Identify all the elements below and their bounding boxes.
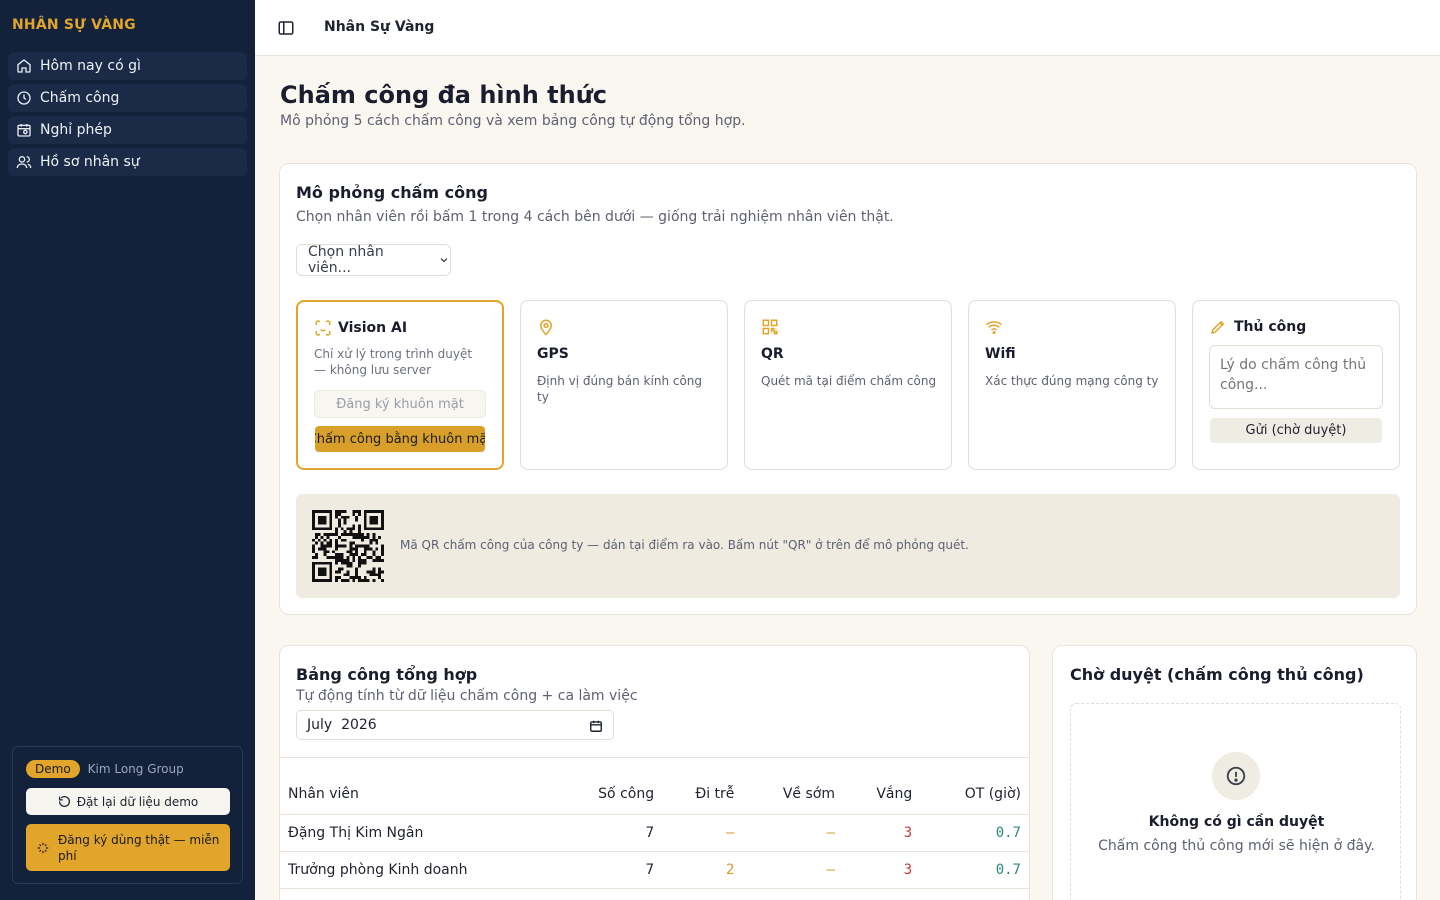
sidebar-item-label: Nghỉ phép [40, 122, 112, 138]
cell-employee: Đặng Thị Kim Ngân [280, 814, 575, 852]
cell-late: 2 [662, 851, 743, 889]
refresh-icon [58, 795, 70, 807]
demo-panel: Demo Kim Long Group Đặt lại dữ liệu demo… [12, 746, 243, 884]
col-late[interactable]: Đi trễ [662, 774, 743, 815]
org-name: Kim Long Group [87, 762, 184, 776]
cell-early-leave: — [742, 814, 843, 852]
cell-absent: 3 [843, 851, 921, 889]
divider [280, 757, 1029, 758]
sidebar: NHÂN SỰ VÀNG Hôm nay có gì Chấm công Ngh… [0, 0, 255, 900]
attendance-simulator-card: Mô phỏng chấm công Chọn nhân viên rồi bấ… [279, 163, 1417, 615]
qr-desc: Quét mã tại điểm chấm công [761, 374, 937, 388]
timesheet-table: Nhân viên Số công Đi trễ Về sớm Vắng OT … [280, 774, 1029, 889]
home-icon [17, 59, 31, 73]
wifi-desc: Xác thực đúng mạng công ty [985, 374, 1159, 388]
users-icon [16, 156, 32, 169]
wifi-title: Wifi [985, 346, 1016, 362]
method-manual: Thủ công Gửi (chờ duyệt) [1192, 300, 1400, 470]
map-pin-icon [539, 319, 553, 336]
demo-badge: Demo [26, 760, 80, 778]
register-face-button[interactable]: Đăng ký khuôn mặt [314, 390, 486, 418]
method-wifi[interactable]: Wifi Xác thực đúng mạng công ty [968, 300, 1176, 470]
calendar-icon [17, 124, 31, 137]
cell-ot-hours: 0.7 [920, 814, 1029, 852]
month-picker-value: July 2026 [307, 717, 377, 733]
sidebar-nav: Hôm nay có gì Chấm công Nghỉ phép Hồ sơ … [8, 52, 247, 180]
col-work-days[interactable]: Số công [574, 774, 663, 815]
company-qr-code [312, 510, 384, 582]
qr-banner: Mã QR chấm công của công ty — dán tại đi… [296, 494, 1400, 598]
sidebar-item-leave[interactable]: Nghỉ phép [8, 116, 247, 144]
col-early-leave[interactable]: Về sớm [742, 774, 843, 815]
cell-ot-hours: 0.7 [920, 851, 1029, 889]
simulator-title: Mô phỏng chấm công [296, 183, 488, 202]
month-picker[interactable]: July 2026 [296, 710, 614, 740]
demo-row: Demo Kim Long Group [26, 760, 184, 778]
sidebar-item-profiles[interactable]: Hồ sơ nhân sự [8, 148, 247, 176]
signup-label: Đăng ký dùng thật — miễn phí [58, 832, 220, 863]
employee-select-value: Chọn nhân viên... [308, 244, 384, 276]
face-checkin-button[interactable]: Chấm công bằng khuôn mặt [315, 426, 485, 452]
sidebar-item-label: Hồ sơ nhân sự [40, 154, 140, 170]
sidebar-item-label: Chấm công [40, 90, 120, 106]
empty-state-subtitle: Chấm công thủ công mới sẽ hiện ở đây. [1098, 838, 1375, 854]
employee-select[interactable]: Chọn nhân viên... [296, 244, 451, 276]
cell-absent: 3 [843, 814, 921, 852]
timesheet-summary-card: Bảng công tổng hợp Tự động tính từ dữ li… [279, 645, 1030, 900]
chevron-down-icon [440, 258, 448, 263]
top-bar: Nhân Sự Vàng [255, 0, 1440, 56]
cell-work-days: 7 [574, 851, 663, 889]
cell-late: — [662, 814, 743, 852]
simulator-subtitle: Chọn nhân viên rồi bấm 1 trong 4 cách bê… [296, 209, 894, 225]
sparkles-icon [37, 842, 49, 853]
qr-modules [312, 510, 384, 582]
pencil-icon [1210, 320, 1225, 335]
summary-title: Bảng công tổng hợp [296, 665, 478, 684]
method-gps[interactable]: GPS Định vị đúng bán kính công ty [520, 300, 728, 470]
cell-work-days: 7 [574, 814, 663, 852]
empty-state-title: Không có gì cần duyệt [1148, 814, 1325, 830]
pending-approval-card: Chờ duyệt (chấm công thủ công) Không có … [1052, 645, 1417, 900]
pending-title: Chờ duyệt (chấm công thủ công) [1070, 665, 1364, 684]
empty-state-badge [1212, 752, 1260, 800]
reset-demo-button[interactable]: Đặt lại dữ liệu demo [26, 788, 230, 815]
reset-demo-label: Đặt lại dữ liệu demo [76, 794, 199, 809]
clock-icon [17, 91, 31, 105]
manual-title: Thủ công [1234, 319, 1307, 335]
calendar-icon [590, 720, 602, 732]
qr-code-icon [762, 319, 778, 335]
col-employee[interactable]: Nhân viên [280, 774, 575, 815]
sidebar-toggle-icon[interactable] [277, 19, 295, 37]
qr-title: QR [761, 346, 784, 362]
signup-button[interactable]: Đăng ký dùng thật — miễn phí [26, 824, 230, 871]
col-ot-hours[interactable]: OT (giờ) [920, 774, 1029, 815]
sidebar-item-home[interactable]: Hôm nay có gì [8, 52, 247, 80]
sidebar-item-label: Hôm nay có gì [40, 58, 141, 74]
alert-circle-icon [1226, 766, 1246, 786]
vision-ai-desc: Chỉ xử lý trong trình duyệt — không lưu … [314, 347, 473, 377]
cell-early-leave: — [742, 851, 843, 889]
sidebar-item-attendance[interactable]: Chấm công [8, 84, 247, 112]
face-scan-icon [315, 320, 331, 336]
method-vision-ai: Vision AI Chỉ xử lý trong trình duyệt — … [296, 300, 504, 470]
page-subtitle: Mô phỏng 5 cách chấm công và xem bảng cô… [280, 113, 746, 129]
vision-ai-title: Vision AI [338, 320, 408, 336]
table-header-row: Nhân viên Số công Đi trễ Về sớm Vắng OT … [280, 774, 1029, 815]
pending-empty-state: Không có gì cần duyệt Chấm công thủ công… [1070, 703, 1401, 900]
wifi-icon [986, 321, 1002, 335]
brand-logo[interactable]: NHÂN SỰ VÀNG [12, 17, 136, 33]
summary-subtitle: Tự động tính từ dữ liệu chấm công + ca l… [296, 688, 638, 704]
cell-employee: Trưởng phòng Kinh doanh [280, 851, 575, 889]
table-row[interactable]: Đặng Thị Kim Ngân 7 — — 3 0.7 [280, 814, 1029, 852]
top-title: Nhân Sự Vàng [324, 19, 435, 35]
table-row[interactable]: Trưởng phòng Kinh doanh 7 2 — 3 0.7 [280, 851, 1029, 889]
manual-submit-button[interactable]: Gửi (chờ duyệt) [1210, 418, 1382, 443]
col-absent[interactable]: Vắng [843, 774, 921, 815]
page-title: Chấm công đa hình thức [280, 81, 608, 109]
gps-desc: Định vị đúng bán kính công ty [537, 374, 703, 404]
gps-title: GPS [537, 346, 569, 362]
method-qr[interactable]: QR Quét mã tại điểm chấm công [744, 300, 952, 470]
manual-reason-input[interactable] [1209, 345, 1383, 409]
qr-banner-text: Mã QR chấm công của công ty — dán tại đi… [400, 538, 969, 552]
